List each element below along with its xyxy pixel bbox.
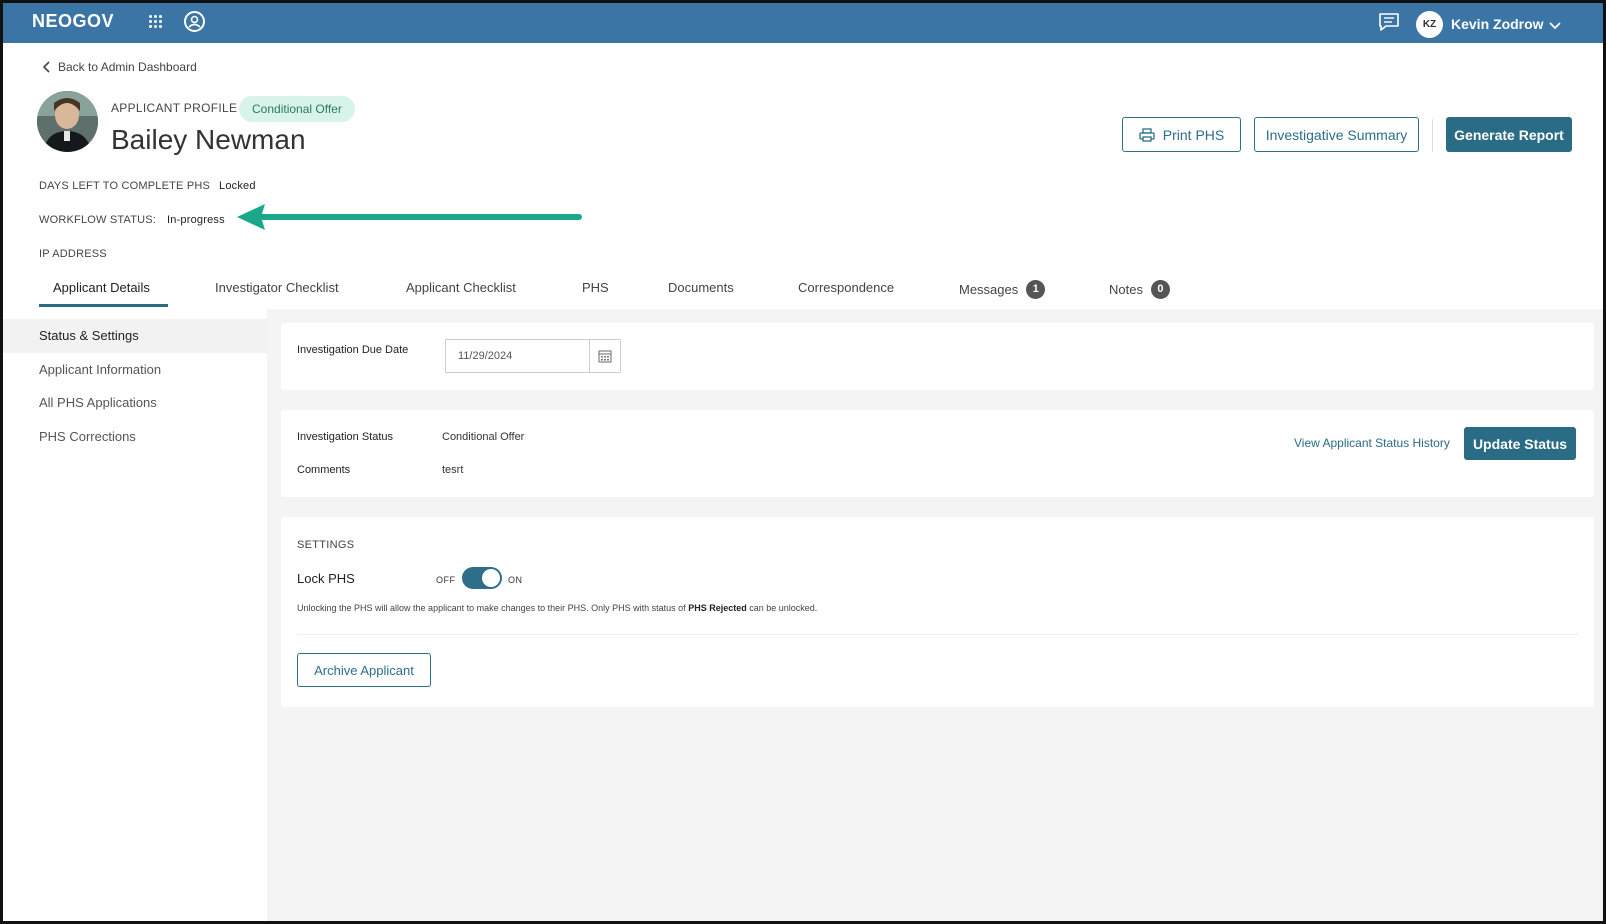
tab-notes-label: Notes — [1109, 282, 1143, 297]
calendar-icon[interactable] — [589, 340, 620, 372]
chevron-left-icon — [43, 61, 50, 73]
lock-phs-label: Lock PHS — [297, 571, 355, 586]
applicant-photo — [37, 91, 98, 152]
ip-address-label: IP ADDRESS — [39, 248, 107, 260]
app-grid-icon[interactable] — [149, 15, 163, 29]
due-date-label: Investigation Due Date — [297, 344, 409, 356]
tab-documents[interactable]: Documents — [668, 280, 734, 295]
tab-phs[interactable]: PHS — [582, 280, 609, 295]
side-item-all-phs-applications[interactable]: All PHS Applications — [3, 386, 267, 420]
help-text-suffix: can be unlocked. — [746, 603, 818, 613]
settings-card: SETTINGS Lock PHS OFF ON Unlocking the P… — [281, 517, 1594, 707]
active-tab-indicator — [39, 304, 168, 307]
workflow-status-row: WORKFLOW STATUS: In-progress — [39, 214, 225, 226]
days-left-value: Locked — [219, 180, 256, 192]
help-text-bold: PHS Rejected — [688, 603, 747, 613]
side-nav: Status & Settings Applicant Information … — [3, 309, 267, 921]
tab-notes[interactable]: Notes 0 — [1109, 280, 1170, 299]
main-content: Investigation Due Date 11/29/2024 Invest… — [267, 309, 1603, 921]
app-window: NEOGOV KZ Kevin Zodrow Back to Admin Das… — [0, 0, 1606, 924]
messages-count-badge: 1 — [1026, 280, 1046, 299]
lock-phs-toggle[interactable] — [462, 567, 502, 589]
workflow-status-value: In-progress — [167, 214, 225, 226]
side-item-phs-corrections[interactable]: PHS Corrections — [3, 420, 267, 454]
lock-help-text: Unlocking the PHS will allow the applica… — [297, 603, 817, 613]
toggle-on-label: ON — [508, 575, 523, 585]
top-nav-bar: NEOGOV KZ Kevin Zodrow — [3, 3, 1603, 43]
investigation-status-label: Investigation Status — [297, 431, 394, 443]
user-name[interactable]: Kevin Zodrow — [1451, 16, 1544, 32]
view-status-history-link[interactable]: View Applicant Status History — [1294, 436, 1450, 450]
tab-applicant-details[interactable]: Applicant Details — [53, 280, 150, 295]
printer-icon — [1139, 127, 1155, 142]
due-date-input[interactable]: 11/29/2024 — [445, 339, 621, 373]
investigation-status-value: Conditional Offer — [442, 431, 525, 443]
update-status-button[interactable]: Update Status — [1464, 427, 1576, 460]
due-date-card: Investigation Due Date 11/29/2024 — [281, 323, 1594, 390]
comments-value: tesrt — [442, 464, 464, 476]
tab-messages-label: Messages — [959, 282, 1019, 297]
tab-investigator-checklist[interactable]: Investigator Checklist — [215, 280, 339, 295]
tab-bar: Applicant Details Investigator Checklist… — [3, 271, 1603, 309]
brand-logo[interactable]: NEOGOV — [32, 11, 114, 32]
investigative-summary-button[interactable]: Investigative Summary — [1254, 117, 1419, 152]
help-text-prefix: Unlocking the PHS will allow the applica… — [297, 603, 689, 613]
actions-divider — [1432, 119, 1433, 152]
profile-switch-icon[interactable] — [184, 11, 205, 32]
tab-correspondence[interactable]: Correspondence — [798, 280, 894, 295]
workflow-status-label: WORKFLOW STATUS: — [39, 214, 157, 226]
tab-applicant-checklist[interactable]: Applicant Checklist — [406, 280, 516, 295]
ip-address-row: IP ADDRESS — [39, 248, 107, 260]
applicant-profile-label: APPLICANT PROFILE — [111, 101, 238, 115]
chevron-down-icon[interactable] — [1549, 17, 1561, 35]
user-avatar[interactable]: KZ — [1416, 11, 1443, 38]
applicant-name: Bailey Newman — [111, 124, 306, 155]
status-badge: Conditional Offer — [239, 96, 355, 122]
toggle-off-label: OFF — [436, 575, 456, 585]
back-link-label: Back to Admin Dashboard — [58, 60, 197, 74]
side-item-applicant-information[interactable]: Applicant Information — [3, 353, 267, 387]
due-date-value: 11/29/2024 — [458, 350, 513, 362]
settings-divider — [297, 634, 1578, 635]
back-to-dashboard-link[interactable]: Back to Admin Dashboard — [43, 60, 197, 74]
chat-icon[interactable] — [1378, 12, 1400, 37]
days-left-row: DAYS LEFT TO COMPLETE PHS Locked — [39, 180, 255, 192]
settings-title: SETTINGS — [297, 539, 355, 551]
print-phs-label: Print PHS — [1162, 126, 1225, 143]
print-phs-button[interactable]: Print PHS — [1122, 117, 1241, 152]
days-left-label: DAYS LEFT TO COMPLETE PHS — [39, 180, 211, 192]
notes-count-badge: 0 — [1150, 280, 1170, 299]
investigation-status-card: Investigation Status Conditional Offer C… — [281, 410, 1594, 497]
comments-label: Comments — [297, 464, 351, 476]
side-item-status-settings[interactable]: Status & Settings — [3, 319, 267, 353]
tab-messages[interactable]: Messages 1 — [959, 280, 1046, 299]
annotation-arrow — [237, 204, 582, 230]
toggle-knob — [482, 569, 500, 587]
generate-report-button[interactable]: Generate Report — [1446, 117, 1572, 152]
archive-applicant-button[interactable]: Archive Applicant — [297, 653, 431, 687]
